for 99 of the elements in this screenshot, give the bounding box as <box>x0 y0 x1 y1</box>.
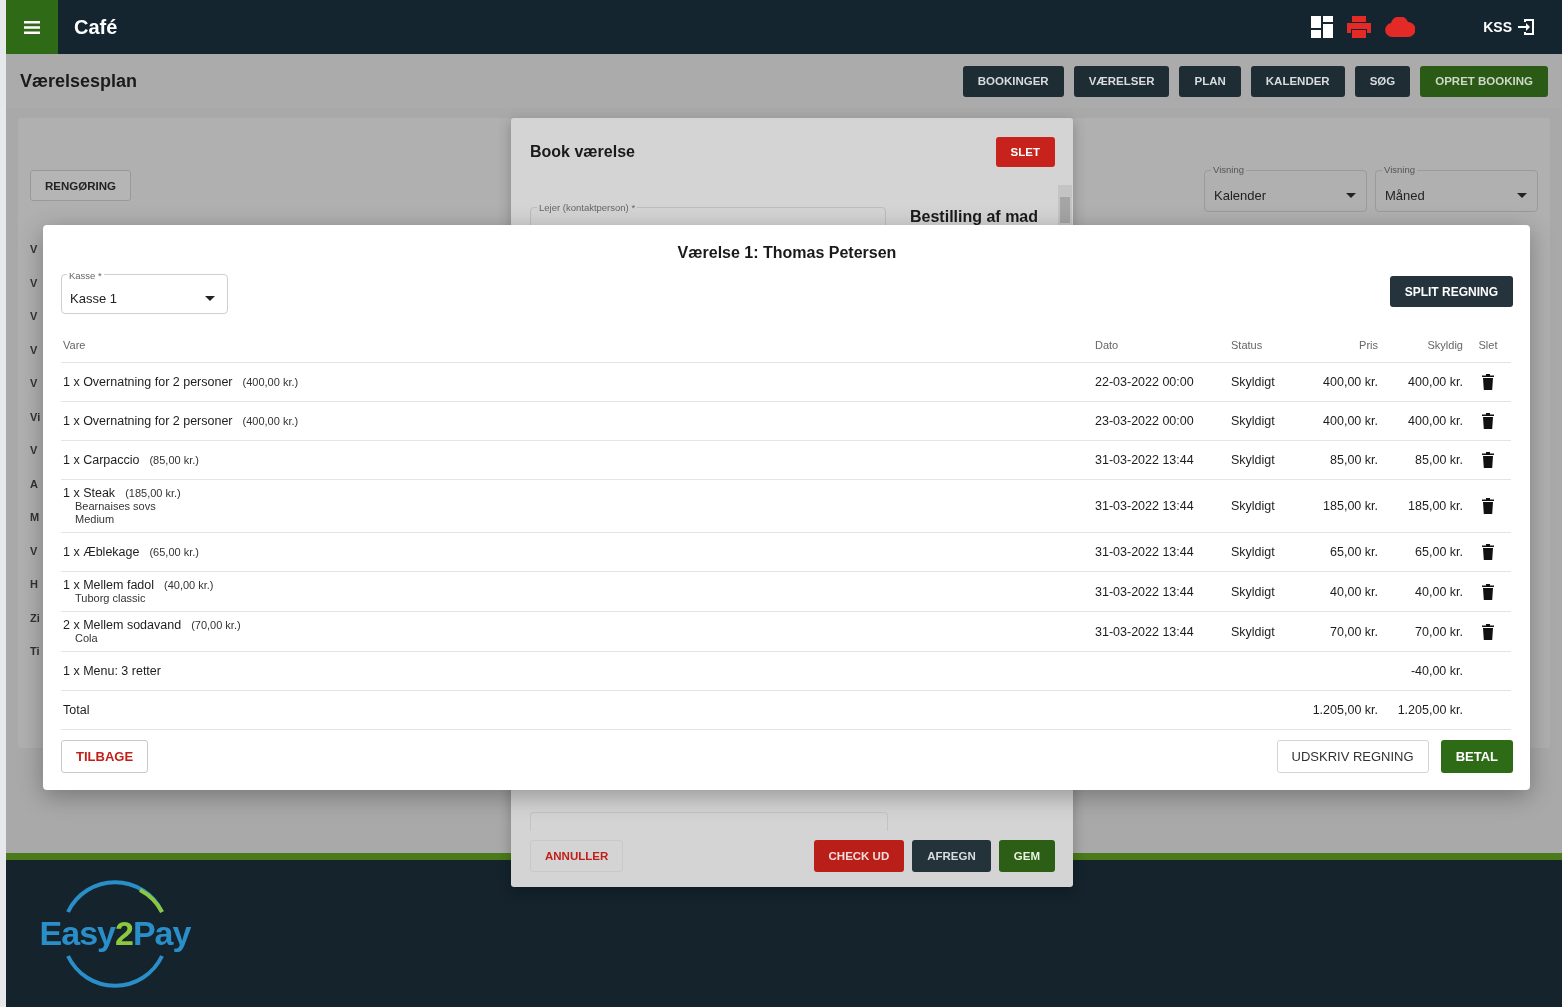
dialog-title: Værelse 1: Thomas Petersen <box>676 244 898 262</box>
dialog-button[interactable]: GEM <box>998 840 1055 872</box>
price-cell: 65,00 kr. <box>1330 545 1378 559</box>
column-header: Slet <box>1463 328 1511 363</box>
status-cell: Skyldigt <box>1231 375 1275 389</box>
dashboard-icon[interactable] <box>1311 16 1334 38</box>
trash-icon[interactable] <box>1482 583 1494 600</box>
caret-icon <box>205 295 215 301</box>
owed-cell: 70,00 kr. <box>1415 624 1463 639</box>
status-cell: Skyldigt <box>1231 584 1275 599</box>
owed-cell: 85,00 kr. <box>1415 453 1463 467</box>
item-cell-text: 1 x Overnatning for 2 personer (400,00 kr.) <box>63 413 299 430</box>
item-cell-text: 1 x Overnatning for 2 personer (400,00 kr.) <box>63 374 299 391</box>
status-cell: Skyldigt <box>1231 499 1275 513</box>
logout-icon <box>1518 18 1536 36</box>
owed-cell: 400,00 kr. <box>1408 375 1463 389</box>
column-header: Skyldig <box>1378 328 1463 363</box>
scrollbar[interactable] <box>1058 185 1072 225</box>
trash-icon[interactable] <box>1482 374 1494 390</box>
column-header: Vare <box>61 328 1093 363</box>
room-list-item[interactable]: Ti <box>30 635 43 669</box>
user-button[interactable]: KSS <box>1477 17 1542 37</box>
dialog-button[interactable]: AFREGN <box>912 840 991 872</box>
item-cell-text: 1 x Carpaccio (85,00 kr.) <box>63 452 199 469</box>
menu-button[interactable] <box>6 0 58 54</box>
caret-icon <box>1517 192 1527 198</box>
cleaning-button[interactable]: RENGØRING <box>30 170 131 201</box>
nav-button[interactable]: BOOKINGER <box>962 65 1064 97</box>
price-cell: 400,00 kr. <box>1323 414 1378 428</box>
room-list-item[interactable]: V <box>30 266 43 300</box>
caret-icon <box>1346 192 1356 198</box>
app-title: Café <box>74 15 119 39</box>
nav-button[interactable]: SØG <box>1354 65 1411 97</box>
nav-button[interactable]: KALENDER <box>1250 65 1345 97</box>
date-cell: 22-03-2022 00:00 <box>1095 375 1194 389</box>
room-list-item[interactable]: V <box>30 300 43 334</box>
total-label: Total <box>63 703 90 717</box>
price-cell: 40,00 kr. <box>1330 584 1378 599</box>
room-list-item[interactable]: V <box>30 434 43 468</box>
column-header: Dato <box>1093 328 1229 363</box>
room-list-item[interactable]: V <box>30 233 43 267</box>
total-owed: 1.205,00 kr. <box>1397 703 1463 717</box>
total-price: 1.205,00 kr. <box>1312 703 1378 717</box>
date-cell: 31-03-2022 13:44 <box>1095 624 1194 639</box>
status-cell: Skyldigt <box>1231 453 1275 467</box>
trash-icon[interactable] <box>1482 413 1494 429</box>
room-list-item[interactable]: Zi <box>30 601 43 635</box>
dialog-title: Book værelse <box>530 143 636 161</box>
price-cell: 70,00 kr. <box>1330 624 1378 639</box>
column-header: Status <box>1229 328 1298 363</box>
item-cell-text: 1 x Steak (185,00 kr.) Bearnaises sovs Medium <box>63 485 181 527</box>
dialog-button[interactable]: CHECK UD <box>813 840 905 872</box>
cloud-icon[interactable] <box>1385 17 1416 37</box>
nav-button[interactable]: OPRET BOOKING <box>1420 65 1548 97</box>
dialog-button[interactable]: BETAL <box>1440 740 1513 773</box>
price-cell: 85,00 kr. <box>1330 453 1378 467</box>
room-list-item[interactable]: V <box>30 367 43 401</box>
nav-button[interactable]: VÆRELSER <box>1073 65 1170 97</box>
room-list-item[interactable]: M <box>30 501 43 535</box>
item-cell-text: 1 x Æblekage (65,00 kr.) <box>63 544 199 561</box>
nav-button[interactable]: PLAN <box>1179 65 1241 97</box>
dialog-button[interactable]: TILBAGE <box>61 740 149 773</box>
room-list-item[interactable]: Vi <box>30 400 43 434</box>
room-list-item[interactable]: A <box>30 467 43 501</box>
date-cell: 31-03-2022 13:44 <box>1095 545 1194 559</box>
column-header: Pris <box>1298 328 1378 363</box>
trash-icon[interactable] <box>1482 544 1494 560</box>
delete-button[interactable]: SLET <box>995 137 1055 167</box>
owed-cell: 40,00 kr. <box>1415 584 1463 599</box>
dialog-button[interactable]: ANNULLER <box>530 840 624 872</box>
item-cell-text: 1 x Menu: 3 retter <box>63 663 161 680</box>
price-cell: 185,00 kr. <box>1323 499 1378 513</box>
price-cell: 400,00 kr. <box>1323 375 1378 389</box>
room-list-item[interactable]: H <box>30 568 43 602</box>
trash-icon[interactable] <box>1482 498 1494 514</box>
status-cell: Skyldigt <box>1231 545 1275 559</box>
status-cell: Skyldigt <box>1231 624 1275 639</box>
room-list-item[interactable]: V <box>30 534 43 568</box>
owed-cell: 185,00 kr. <box>1408 499 1463 513</box>
owed-cell: 65,00 kr. <box>1415 545 1463 559</box>
logo: Easy2Pay <box>40 876 190 991</box>
dialog-button[interactable]: UDSKRIV REGNING <box>1276 740 1429 773</box>
printer-icon[interactable] <box>1347 16 1372 38</box>
status-cell: Skyldigt <box>1231 414 1275 428</box>
date-cell: 31-03-2022 13:44 <box>1095 499 1194 513</box>
page-title: Værelsesplan <box>20 70 139 92</box>
menu-icon <box>24 20 40 34</box>
split-bill-button[interactable]: SPLIT REGNING <box>1389 276 1513 307</box>
date-cell: 23-03-2022 00:00 <box>1095 414 1194 428</box>
item-cell-text: 1 x Mellem fadol (40,00 kr.) Tuborg classic <box>63 577 214 606</box>
owed-cell: 400,00 kr. <box>1408 414 1463 428</box>
date-cell: 31-03-2022 13:44 <box>1095 584 1194 599</box>
room-list-item[interactable]: V <box>30 333 43 367</box>
date-cell: 31-03-2022 13:44 <box>1095 453 1194 467</box>
trash-icon[interactable] <box>1482 452 1494 468</box>
owed-cell: -40,00 kr. <box>1410 664 1463 678</box>
item-cell-text: 2 x Mellem sodavand (70,00 kr.) Cola <box>63 617 241 646</box>
trash-icon[interactable] <box>1482 623 1494 640</box>
section-heading: Bestilling af mad <box>910 208 1040 226</box>
